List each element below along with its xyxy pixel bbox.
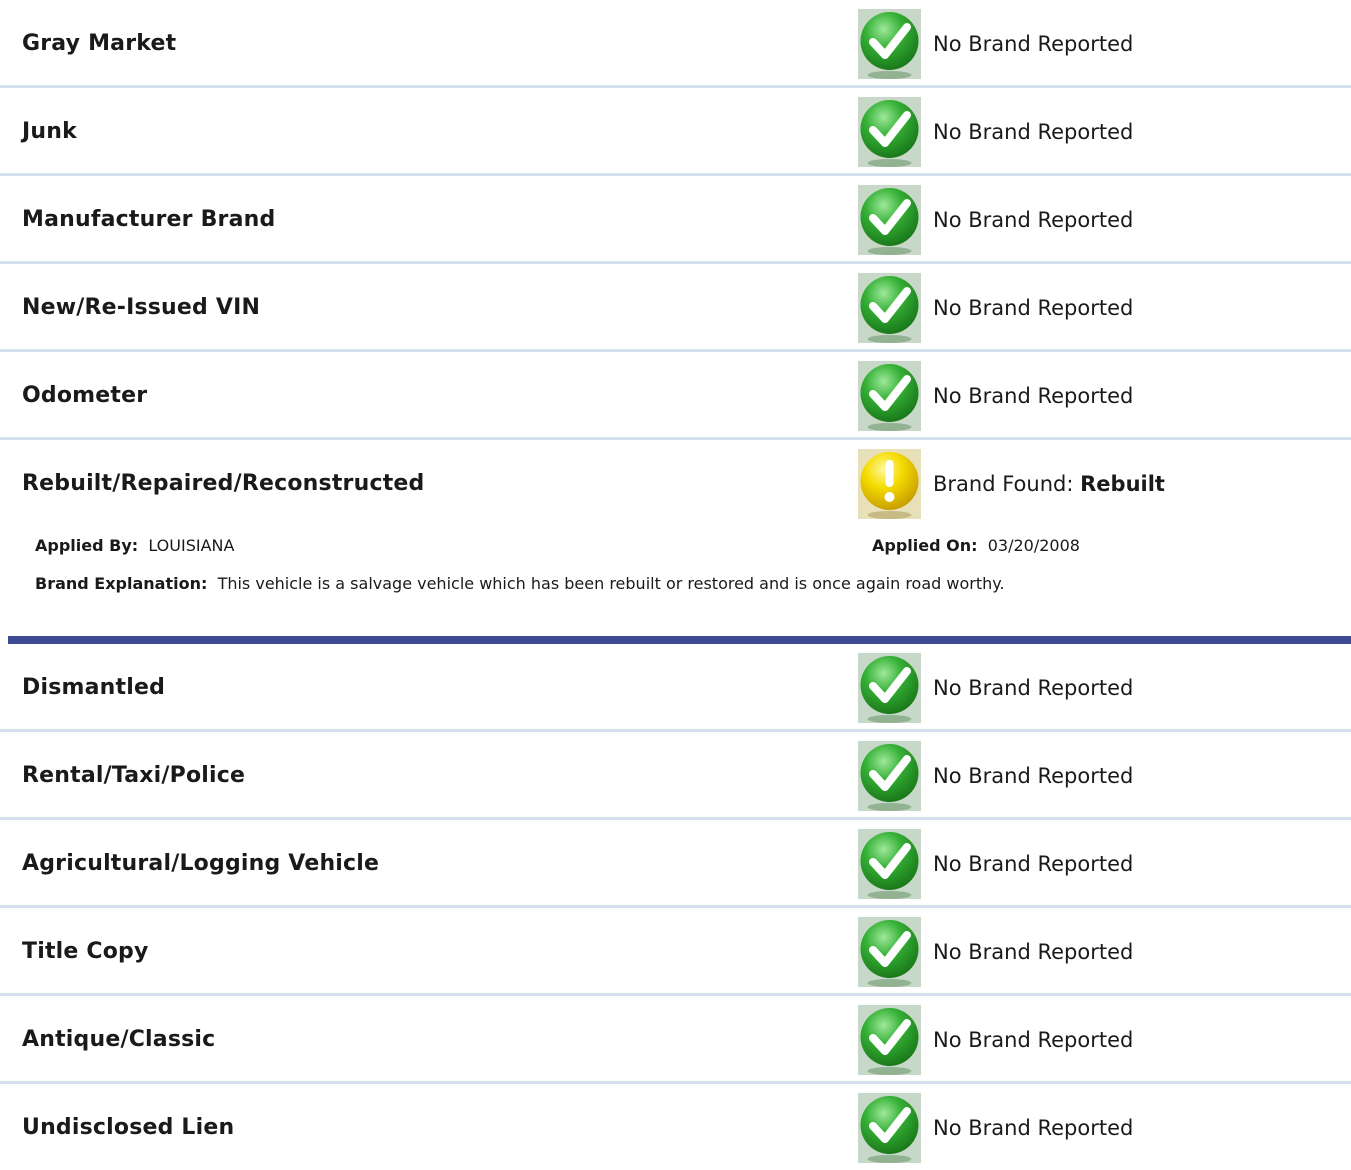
applied-on-value: 03/20/2008 bbox=[987, 536, 1080, 555]
brand-status: No Brand Reported bbox=[933, 764, 1134, 788]
brand-row-new-reissued-vin: New/Re-Issued VIN No Brand Reported bbox=[0, 264, 1351, 352]
brand-row-junk: Junk No Brand Reported bbox=[0, 88, 1351, 176]
applied-on: Applied On: 03/20/2008 bbox=[872, 536, 1080, 555]
green-check-icon bbox=[858, 917, 921, 987]
applied-by: Applied By: LOUISIANA bbox=[35, 536, 234, 555]
brand-row-odometer: Odometer No Brand Reported bbox=[0, 352, 1351, 440]
brand-status-value: Rebuilt bbox=[1080, 472, 1165, 496]
green-check-icon bbox=[858, 829, 921, 899]
brand-status: No Brand Reported bbox=[933, 32, 1134, 56]
brand-explanation: Brand Explanation: This vehicle is a sal… bbox=[35, 574, 1005, 593]
applied-on-label: Applied On: bbox=[872, 536, 978, 555]
brand-status-prefix: Brand Found: bbox=[933, 472, 1074, 496]
brand-row-title-copy: Title Copy No Brand Reported bbox=[0, 908, 1351, 996]
brand-status: No Brand Reported bbox=[933, 296, 1134, 320]
brand-status: No Brand Reported bbox=[933, 852, 1134, 876]
green-check-icon bbox=[858, 185, 921, 255]
brand-name: Manufacturer Brand bbox=[22, 207, 276, 232]
green-check-icon bbox=[858, 741, 921, 811]
title-brand-report: Gray Market No Brand Reported Junk No Br… bbox=[0, 0, 1351, 1170]
brand-row-rental-taxi-police: Rental/Taxi/Police No Brand Reported bbox=[0, 732, 1351, 820]
brand-row-undisclosed-lien: Undisclosed Lien No Brand Reported bbox=[0, 1084, 1351, 1170]
brand-name: Rental/Taxi/Police bbox=[22, 763, 246, 788]
brand-row-agricultural-logging: Agricultural/Logging Vehicle No Brand Re… bbox=[0, 820, 1351, 908]
brand-row-antique-classic: Antique/Classic No Brand Reported bbox=[0, 996, 1351, 1084]
brand-status: No Brand Reported bbox=[933, 1028, 1134, 1052]
green-check-icon bbox=[858, 361, 921, 431]
green-check-icon bbox=[858, 1093, 921, 1163]
green-check-icon bbox=[858, 653, 921, 723]
brand-name: Antique/Classic bbox=[22, 1027, 216, 1052]
brand-name: Gray Market bbox=[22, 31, 177, 56]
brand-name: Junk bbox=[22, 119, 77, 144]
brand-status: No Brand Reported bbox=[933, 940, 1134, 964]
brand-name: Title Copy bbox=[22, 939, 149, 964]
brand-explanation-text: This vehicle is a salvage vehicle which … bbox=[217, 574, 1005, 593]
brand-name: Agricultural/Logging Vehicle bbox=[22, 851, 380, 876]
brand-status: No Brand Reported bbox=[933, 384, 1134, 408]
brand-name: Rebuilt/Repaired/Reconstructed bbox=[22, 471, 425, 496]
brand-row-gray-market: Gray Market No Brand Reported bbox=[0, 0, 1351, 88]
brand-row-dismantled: Dismantled No Brand Reported bbox=[0, 644, 1351, 732]
green-check-icon bbox=[858, 1005, 921, 1075]
green-check-icon bbox=[858, 9, 921, 79]
green-check-icon bbox=[858, 97, 921, 167]
brand-details: Applied By: LOUISIANA Applied On: 03/20/… bbox=[0, 526, 1351, 636]
brand-row-manufacturer-brand: Manufacturer Brand No Brand Reported bbox=[0, 176, 1351, 264]
applied-by-value: LOUISIANA bbox=[148, 536, 235, 555]
section-divider bbox=[8, 636, 1351, 644]
brand-status: No Brand Reported bbox=[933, 676, 1134, 700]
brand-status: No Brand Reported bbox=[933, 120, 1134, 144]
brand-row-rebuilt: Rebuilt/Repaired/Reconstructed Brand Fou… bbox=[0, 440, 1351, 526]
brand-name: Odometer bbox=[22, 383, 148, 408]
brand-explanation-label: Brand Explanation: bbox=[35, 574, 208, 593]
brand-status: No Brand Reported bbox=[933, 1116, 1134, 1140]
applied-by-label: Applied By: bbox=[35, 536, 139, 555]
brand-status: Brand Found: Rebuilt bbox=[933, 440, 1165, 528]
yellow-warning-icon bbox=[858, 449, 921, 519]
brand-name: Undisclosed Lien bbox=[22, 1115, 235, 1140]
green-check-icon bbox=[858, 273, 921, 343]
brand-name: New/Re-Issued VIN bbox=[22, 295, 261, 320]
brand-name: Dismantled bbox=[22, 675, 166, 700]
brand-status: No Brand Reported bbox=[933, 208, 1134, 232]
